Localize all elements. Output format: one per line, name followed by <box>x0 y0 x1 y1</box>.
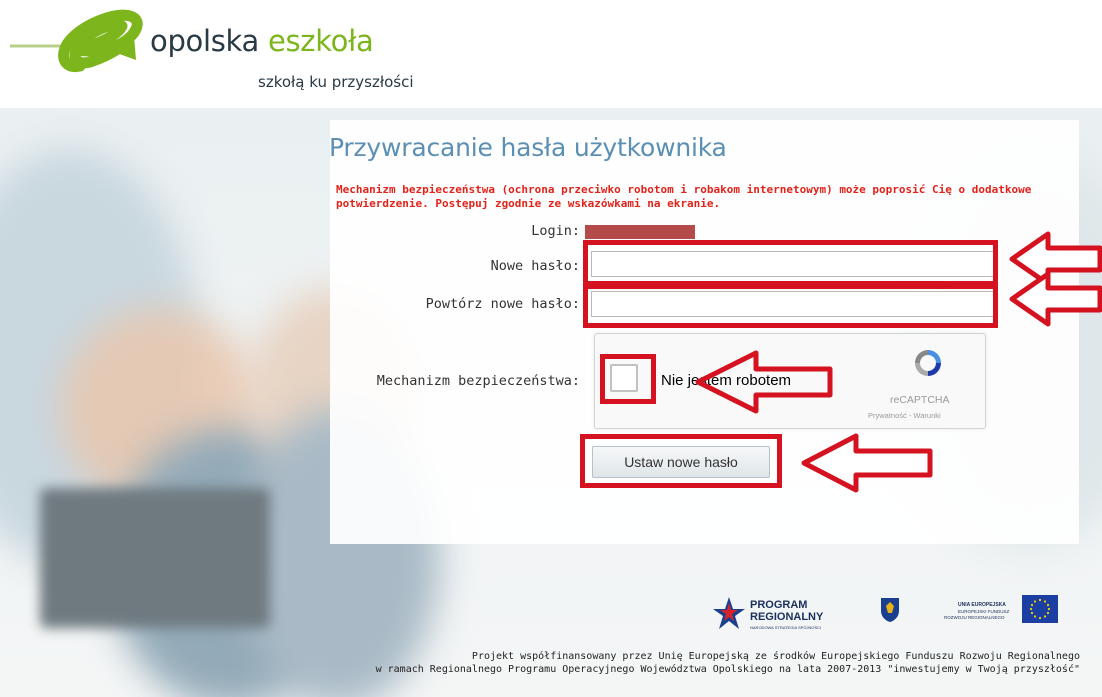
program-regionalny-logo-icon <box>713 597 745 629</box>
eszkola-logo-icon <box>10 9 143 73</box>
security-warning: Mechanizm bezpieczeństwa (ochrona przeci… <box>336 183 1032 210</box>
footer-credits: Projekt współfinansowany przez Unię Euro… <box>0 650 1080 676</box>
highlight-repeat-password <box>583 284 998 328</box>
highlight-submit-button <box>580 434 782 488</box>
page-title: Przywracanie hasła użytkownika <box>329 133 727 162</box>
arrow-left-icon <box>1009 271 1102 327</box>
arrow-left-icon <box>695 350 833 414</box>
footer-line2: w ramach Regionalnego Programu Operacyjn… <box>375 664 1080 675</box>
security-mechanism-label: Mechanizm bezpieczeństwa: <box>376 373 580 389</box>
brand-tagline: szkołą ku przyszłości <box>258 73 414 91</box>
brand-name: opolska eszkoła <box>150 24 374 58</box>
footer-line1: Projekt współfinansowany przez Unię Euro… <box>471 651 1080 662</box>
repeat-password-label: Powtórz nowe hasło: <box>425 296 580 312</box>
eu-line3: ROZWOJU REGIONALNEGO <box>944 615 1005 620</box>
recaptcha-brand: reCAPTCHA <box>890 394 950 406</box>
site-header: opolska eszkoła szkołą ku przyszłości <box>0 0 1102 108</box>
recaptcha-privacy-terms-link[interactable]: Prywatność - Warunki <box>868 411 941 420</box>
eu-line1: UNIA EUROPEJSKA <box>958 602 1006 608</box>
arrow-left-icon <box>801 433 933 493</box>
eu-flag-icon <box>1022 595 1058 623</box>
highlight-new-password <box>583 240 998 286</box>
opolskie-coat-of-arms-icon <box>881 598 899 622</box>
login-label: Login: <box>531 223 580 239</box>
brand-name-part1: opolska <box>150 24 268 58</box>
program-regionalny-line2: REGIONALNY <box>750 611 824 623</box>
program-regionalny-line1: PROGRAM <box>750 599 808 611</box>
sponsor-logos: PROGRAM REGIONALNY NARODOWA STRATEGIA SP… <box>0 585 1102 645</box>
highlight-captcha-checkbox <box>600 354 656 404</box>
program-regionalny-sub: NARODOWA STRATEGIA SPÓJNOŚCI <box>750 625 822 630</box>
eu-line2: EUROPEJSKI FUNDUSZ <box>958 609 1010 614</box>
brand-name-part2: eszkoła <box>267 24 374 58</box>
login-value-redacted <box>585 225 695 239</box>
recaptcha-logo-icon <box>915 350 941 376</box>
new-password-label: Nowe hasło: <box>490 258 580 274</box>
